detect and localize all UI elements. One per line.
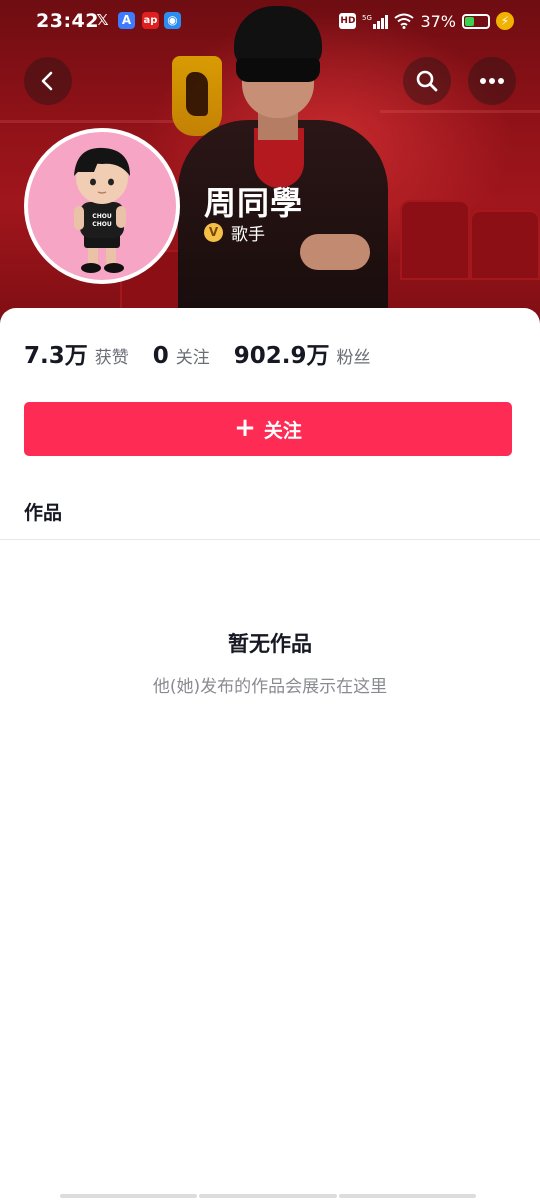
- verified-title: V 歌手: [204, 220, 265, 245]
- follow-button-label: 关注: [263, 419, 302, 442]
- tab-works[interactable]: 作品: [24, 498, 62, 525]
- tab-divider: [0, 539, 540, 540]
- followers-label[interactable]: 粉丝: [337, 343, 371, 368]
- cover-seat: [400, 200, 470, 280]
- status-right: HD 5G 37% ⚡: [339, 11, 514, 31]
- cartoon-avatar-icon: CHOU CHOU: [74, 147, 130, 273]
- profile-nickname: 周同學: [204, 184, 304, 222]
- plus-icon: +: [234, 412, 256, 443]
- cover-person: [178, 0, 388, 310]
- more-button[interactable]: [468, 57, 516, 105]
- x-icon: 𝕏: [96, 11, 109, 29]
- chevron-left-icon: [41, 71, 53, 91]
- wifi-icon: [394, 13, 415, 29]
- news-red-icon: ap: [142, 12, 159, 29]
- svg-text:CHOU: CHOU: [92, 213, 112, 220]
- verified-title-label: 歌手: [231, 225, 265, 245]
- cover-stripe: [380, 110, 540, 113]
- svg-text:CHOU: CHOU: [92, 221, 112, 228]
- avatar[interactable]: CHOU CHOU: [24, 128, 180, 284]
- charging-bolt-icon: ⚡: [496, 12, 514, 30]
- stats-row: 7.3万 获赞 0 关注 902.9万 粉丝: [24, 336, 395, 370]
- profile-card: 7.3万 获赞 0 关注 902.9万 粉丝 + 关注 作品 暂无作品 他(她)…: [0, 308, 540, 1200]
- map-blue-icon: ◉: [164, 12, 181, 29]
- likes-label[interactable]: 获赞: [95, 343, 129, 368]
- cover-stripe: [0, 120, 180, 123]
- search-icon: [416, 70, 438, 92]
- empty-state-subtitle: 他(她)发布的作品会展示在这里: [152, 677, 388, 697]
- svg-text:5G: 5G: [362, 14, 372, 22]
- following-count[interactable]: 0: [153, 343, 169, 369]
- likes-count[interactable]: 7.3万: [24, 336, 88, 370]
- followers-count[interactable]: 902.9万: [234, 336, 330, 370]
- home-indicator: [60, 1194, 476, 1198]
- status-bar: 23:42 𝕏 A ap ◉ HD 5G 37% ⚡: [0, 0, 540, 42]
- follow-button[interactable]: + 关注: [24, 402, 512, 456]
- search-button[interactable]: [403, 57, 451, 105]
- app-blue-icon: A: [118, 12, 135, 29]
- battery-icon: [462, 13, 490, 29]
- signal-icon: 5G: [362, 14, 389, 29]
- back-button[interactable]: [24, 57, 72, 105]
- battery-percent: 37%: [420, 11, 456, 31]
- more-dots-icon: [480, 78, 504, 84]
- hd-badge: HD: [339, 13, 357, 29]
- verified-badge-icon: V: [204, 223, 223, 242]
- cover-seat: [470, 210, 540, 280]
- following-label[interactable]: 关注: [176, 343, 210, 368]
- status-time: 23:42: [36, 10, 99, 32]
- empty-state-title: 暂无作品: [228, 632, 312, 656]
